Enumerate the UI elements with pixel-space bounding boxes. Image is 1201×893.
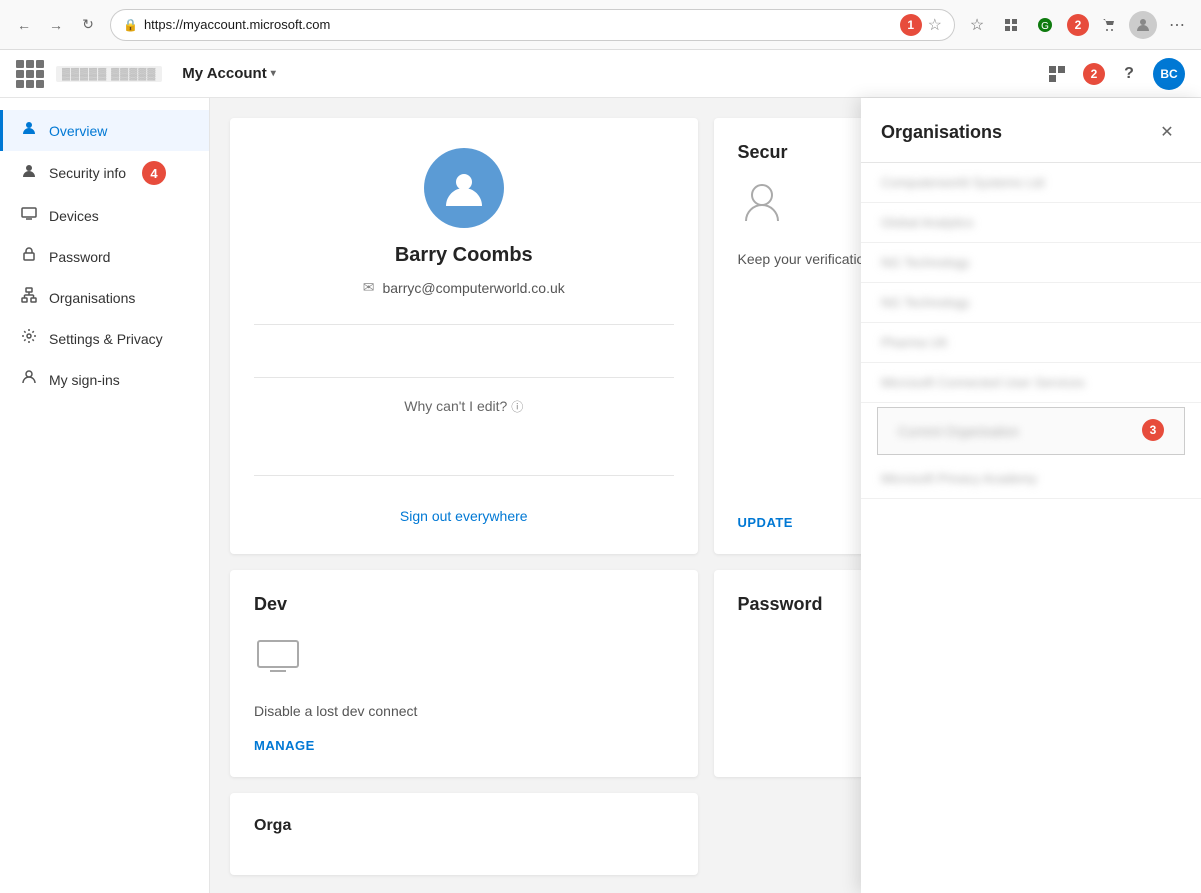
org-item-8[interactable]: Microsoft Privacy Academy	[861, 459, 1201, 499]
devices-card-icon	[254, 631, 674, 689]
sidebar-item-devices[interactable]: Devices	[0, 195, 209, 236]
sidebar-overview-label: Overview	[49, 123, 107, 139]
browser-chrome: ← → ↻ 🔒 https://myaccount.microsoft.com …	[0, 0, 1201, 50]
devices-icon	[19, 205, 39, 226]
annotation-badge-3: 3	[1142, 419, 1164, 441]
sidebar-devices-label: Devices	[49, 208, 99, 224]
bottom-left-title: Organisations	[254, 817, 674, 835]
org-item-7[interactable]: Current Organisation 3	[877, 407, 1185, 455]
sidebar-item-organisations[interactable]: Organisations	[0, 277, 209, 318]
annotation-badge-1: 1	[900, 14, 922, 36]
organisations-icon	[19, 287, 39, 308]
appbar-right: 2 ? BC	[1041, 58, 1185, 90]
devices-card-title: Devices	[254, 594, 674, 615]
profile-name: Barry Coombs	[395, 244, 533, 267]
sidebar-settings-label: Settings & Privacy	[49, 331, 163, 347]
sign-out-divider	[254, 475, 674, 476]
sidebar-password-label: Password	[49, 249, 110, 265]
profile-divider	[254, 324, 674, 325]
org-item-5[interactable]: Pharma UK	[861, 323, 1201, 363]
ms-title[interactable]: My Account ▾	[182, 65, 275, 82]
help-button[interactable]: ?	[1113, 58, 1145, 90]
svg-text:G: G	[1041, 21, 1049, 32]
ms-logo-text: ▓▓▓▓▓ ▓▓▓▓▓	[56, 66, 162, 82]
ms-logo: ▓▓▓▓▓ ▓▓▓▓▓	[56, 66, 162, 82]
star-icon[interactable]: ☆	[928, 15, 942, 35]
sign-ins-icon	[19, 369, 39, 390]
organisations-panel: Organisations ✕ Computerworld Systems Lt…	[861, 98, 1201, 893]
edit-link[interactable]: Why can't I edit? ⓘ	[404, 398, 523, 415]
org-item-4[interactable]: NG Technology	[861, 283, 1201, 323]
panel-title: Organisations	[881, 122, 1002, 143]
sidebar-sign-ins-label: My sign-ins	[49, 372, 120, 388]
org-item-3[interactable]: NG Technology	[861, 243, 1201, 283]
avatar	[424, 148, 504, 228]
extensions-icon[interactable]: G	[1031, 11, 1059, 39]
sidebar-item-settings-privacy[interactable]: Settings & Privacy	[0, 318, 209, 359]
devices-card-desc: Disable a lost dev connect	[254, 701, 674, 722]
sign-out-link[interactable]: Sign out everywhere	[400, 488, 528, 524]
ms-appbar: ▓▓▓▓▓ ▓▓▓▓▓ My Account ▾ 2 ? BC	[0, 50, 1201, 98]
main-layout: Overview Security info 4 Devices Passwor…	[0, 98, 1201, 893]
sidebar-item-my-sign-ins[interactable]: My sign-ins	[0, 359, 209, 400]
browser-profile-button[interactable]	[1129, 11, 1157, 39]
sidebar-security-label: Security info	[49, 165, 126, 181]
password-icon	[19, 246, 39, 267]
more-options-button[interactable]: ⋯	[1163, 11, 1191, 39]
close-panel-button[interactable]: ✕	[1153, 118, 1181, 146]
shopping-icon[interactable]	[1095, 11, 1123, 39]
lock-icon: 🔒	[123, 18, 138, 32]
org-item-2[interactable]: Global Analytics	[861, 203, 1201, 243]
address-bar[interactable]: 🔒 https://myaccount.microsoft.com 1 ☆	[110, 9, 955, 41]
info-icon: ⓘ	[511, 400, 523, 414]
profile-divider2	[254, 377, 674, 378]
highlighted-org-container: Current Organisation 3	[861, 403, 1201, 459]
email-text: barryc@computerworld.co.uk	[382, 280, 564, 296]
sidebar: Overview Security info 4 Devices Passwor…	[0, 98, 210, 893]
security-info-icon	[19, 163, 39, 184]
network-icon-btn[interactable]	[1041, 58, 1073, 90]
org-item-6[interactable]: Microsoft Connected User Services	[861, 363, 1201, 403]
bottom-left-card: Organisations	[230, 793, 698, 875]
annotation-badge-4: 4	[142, 161, 166, 185]
devices-manage-button[interactable]: MANAGE	[254, 738, 674, 753]
user-avatar-button[interactable]: BC	[1153, 58, 1185, 90]
panel-header: Organisations ✕	[861, 98, 1201, 163]
profile-card: Barry Coombs ✉ barryc@computerworld.co.u…	[230, 118, 698, 554]
sidebar-item-security-info[interactable]: Security info 4	[0, 151, 209, 195]
annotation-badge-2: 2	[1067, 14, 1089, 36]
back-button[interactable]: ←	[10, 11, 38, 39]
collections-icon[interactable]	[997, 11, 1025, 39]
waffle-menu[interactable]	[16, 60, 44, 88]
email-icon: ✉	[363, 279, 375, 296]
nav-buttons: ← → ↻	[10, 11, 102, 39]
profile-email: ✉ barryc@computerworld.co.uk	[363, 279, 565, 296]
sidebar-organisations-label: Organisations	[49, 290, 135, 306]
overview-icon	[19, 120, 39, 141]
my-account-title: My Account	[182, 65, 266, 82]
sidebar-item-password[interactable]: Password	[0, 236, 209, 277]
settings-privacy-icon	[19, 328, 39, 349]
refresh-button[interactable]: ↻	[74, 11, 102, 39]
forward-button[interactable]: →	[42, 11, 70, 39]
close-icon: ✕	[1160, 122, 1173, 142]
title-chevron: ▾	[271, 68, 276, 79]
org-item-1[interactable]: Computerworld Systems Ltd	[861, 163, 1201, 203]
devices-card: Devices Disable a lost dev connect MANAG…	[230, 570, 698, 777]
annotation-badge-2b: 2	[1083, 63, 1105, 85]
url-text: https://myaccount.microsoft.com	[144, 17, 894, 32]
favorites-icon[interactable]: ☆	[963, 11, 991, 39]
browser-actions: ☆ G 2 ⋯	[963, 11, 1191, 39]
sidebar-item-overview[interactable]: Overview	[0, 110, 209, 151]
